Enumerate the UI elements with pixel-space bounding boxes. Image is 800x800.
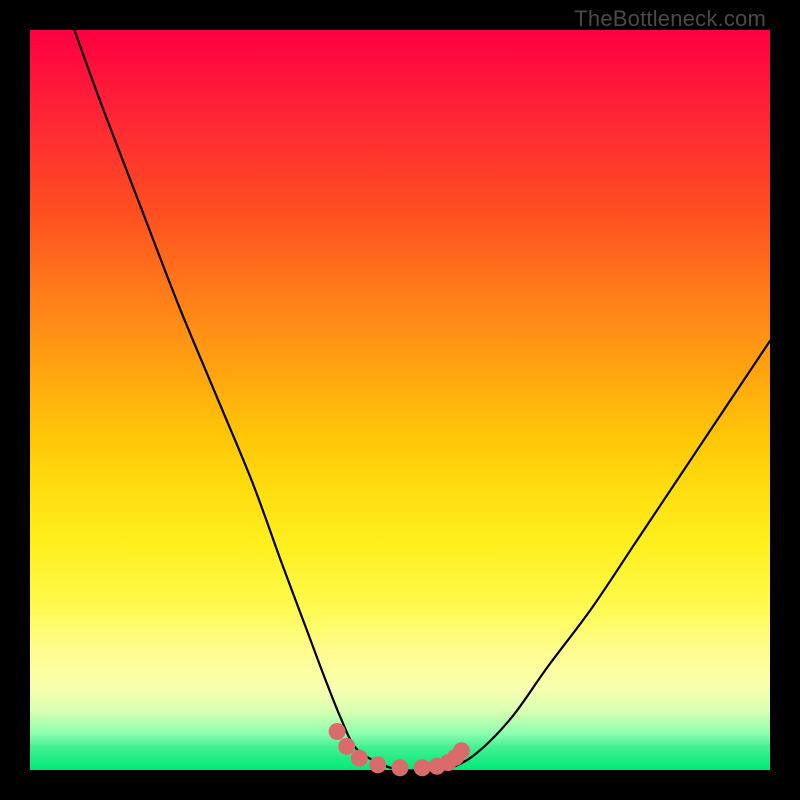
watermark-text: TheBottleneck.com: [574, 6, 766, 32]
chart-svg: [30, 30, 770, 770]
highlight-dot: [414, 759, 431, 776]
bottleneck-curve: [74, 30, 770, 771]
highlight-dot: [338, 738, 355, 755]
highlight-dot: [329, 723, 346, 740]
highlight-dot: [351, 750, 368, 767]
plot-area: [30, 30, 770, 770]
highlight-dot: [369, 756, 386, 773]
highlight-dots: [329, 723, 470, 776]
highlight-dot: [392, 759, 409, 776]
highlight-dot: [453, 742, 470, 759]
chart-frame: TheBottleneck.com: [0, 0, 800, 800]
